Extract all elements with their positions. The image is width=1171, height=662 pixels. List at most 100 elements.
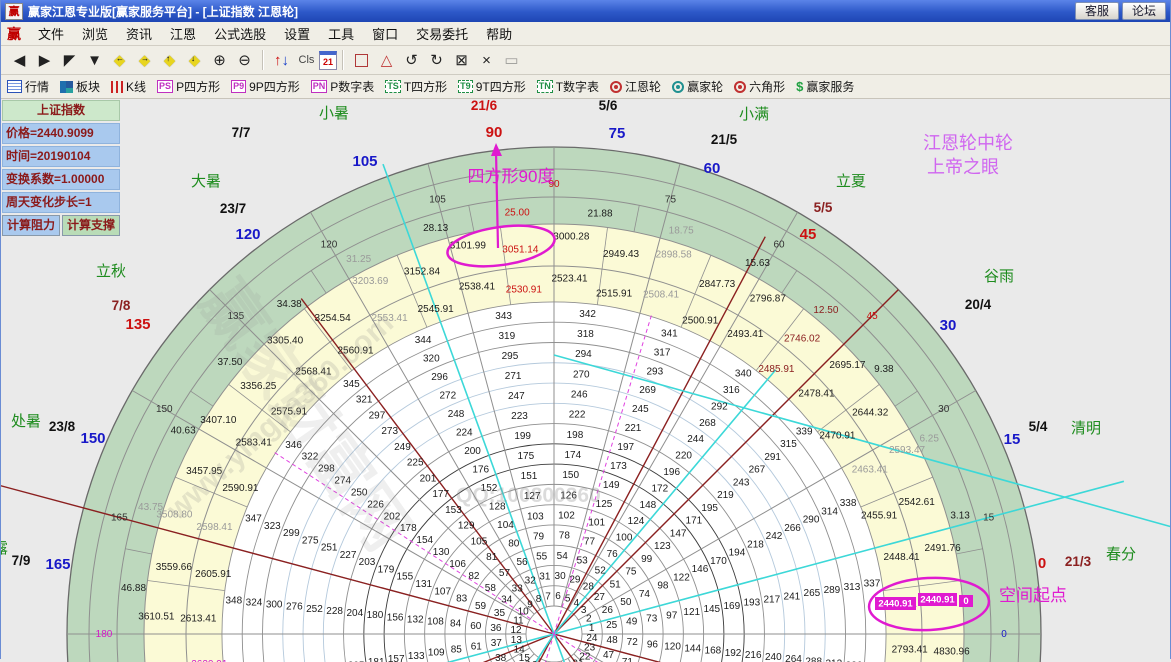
gann-toolbar: 行情板块 K线 PSP四方形 P99P四方形 PNP数字表 TST四方形 T99T四方形 TN… (1, 75, 1170, 99)
menu-item-4[interactable]: 公式选股 (205, 24, 275, 43)
spiral-56: 56 (516, 557, 528, 568)
rotate-ccw-icon[interactable]: ↺ (399, 49, 424, 71)
spiral-99: 99 (641, 554, 653, 565)
spiral-218: 218 (747, 539, 764, 550)
spiral-155: 155 (397, 572, 414, 583)
spiral-96: 96 (647, 639, 659, 650)
date-label-7/8: 7/8 (112, 298, 131, 313)
menu-item-1[interactable]: 浏览 (73, 24, 117, 43)
zoom-in-icon[interactable]: ⊕ (207, 49, 232, 71)
calc-support-button[interactable]: 计算支撑 (62, 215, 120, 236)
spiral-23: 23 (584, 643, 596, 654)
spiral-148: 148 (640, 500, 657, 511)
date-label-23/7: 23/7 (220, 201, 246, 216)
spiral-291: 291 (764, 452, 781, 463)
spiral-105: 105 (471, 536, 488, 547)
gann-tool-9[interactable]: 江恩轮 (610, 78, 661, 95)
spiral-247: 247 (508, 391, 525, 402)
gann-tool-3[interactable]: PSP四方形 (157, 78, 220, 95)
gann-tool-10[interactable]: 赢家轮 (672, 78, 723, 95)
gann-tool-11[interactable]: 六角形 (734, 78, 785, 95)
spiral-6: 6 (555, 591, 561, 602)
pan-down-icon[interactable]: ◆↓ (182, 49, 207, 71)
spiral-219: 219 (717, 490, 734, 501)
spiral-342: 342 (579, 309, 596, 320)
spiral-97: 97 (666, 610, 678, 621)
spiral-175: 175 (517, 451, 534, 462)
spiral-60: 60 (470, 621, 482, 632)
spiral-204: 204 (346, 608, 363, 619)
spiral-227: 227 (340, 550, 357, 561)
calendar-icon[interactable]: 21 (319, 51, 337, 70)
scale-updown-icon[interactable]: ↑↓ (269, 49, 294, 71)
price-outer-2695.17: 2695.17 (829, 360, 866, 371)
degree-ring-30: 30 (938, 404, 950, 415)
spiral-324: 324 (246, 597, 263, 608)
pan-up-icon[interactable]: ◆↑ (157, 49, 182, 71)
pan-left-icon[interactable]: ◆← (107, 49, 132, 71)
rotate-cw-icon[interactable]: ↻ (424, 49, 449, 71)
nav-left-icon[interactable]: ◀ (7, 49, 32, 71)
gann-tool-7[interactable]: T99T四方形 (458, 78, 526, 95)
spiral-106: 106 (449, 559, 466, 570)
cursor-down-icon[interactable]: ▼ (82, 49, 107, 71)
spiral-73: 73 (646, 614, 658, 625)
gann-tool-6[interactable]: TST四方形 (385, 78, 447, 95)
gann-tool-12[interactable]: $赢家服务 (796, 78, 854, 95)
spiral-176: 176 (472, 465, 489, 476)
zoom-out-icon[interactable]: ⊖ (232, 49, 257, 71)
toolbar-separator (342, 50, 344, 70)
menu-item-2[interactable]: 资讯 (117, 24, 161, 43)
spiral-240: 240 (765, 652, 782, 662)
spiral-241: 241 (784, 591, 801, 602)
gann-tool-1[interactable]: 板块 (60, 78, 100, 95)
menu-item-3[interactable]: 江恩 (161, 24, 205, 43)
menu-item-0[interactable]: 文件 (29, 24, 73, 43)
gann-tool-4[interactable]: P99P四方形 (231, 78, 300, 95)
solar-term-处暑: 处暑 (11, 413, 41, 430)
gann-tool-2[interactable]: K线 (111, 78, 146, 95)
spiral-130: 130 (433, 547, 450, 558)
menu-item-8[interactable]: 交易委托 (407, 24, 477, 43)
triangle-tool-icon[interactable]: △ (374, 49, 399, 71)
price-inner-2463.41: 2463.41 (852, 465, 889, 476)
spiral-81: 81 (486, 552, 498, 563)
spiral-217: 217 (764, 594, 781, 605)
service-button[interactable]: 客服 (1075, 2, 1119, 20)
spiral-248: 248 (448, 409, 465, 420)
board-tool-icon[interactable]: ▭ (499, 49, 524, 71)
select-box-icon[interactable]: ⊠ (449, 49, 474, 71)
panel-row-3: 周天变化步长=1 (2, 192, 120, 213)
spiral-129: 129 (458, 521, 475, 532)
spiral-71: 71 (622, 657, 634, 662)
spiral-225: 225 (407, 458, 424, 469)
center-cross-icon[interactable]: × (474, 49, 499, 71)
gann-tool-8[interactable]: TNT数字表 (537, 78, 599, 95)
date-label-21/6: 21/6 (471, 99, 498, 113)
degree-label-30: 30 (940, 317, 957, 334)
spiral-150: 150 (562, 470, 579, 481)
price-inner-2523.41: 2523.41 (551, 273, 588, 284)
price-outer-2949.43: 2949.43 (603, 249, 640, 260)
forum-button[interactable]: 论坛 (1122, 2, 1166, 20)
spiral-198: 198 (567, 430, 584, 441)
cursor-tool-icon[interactable]: ◤ (57, 49, 82, 71)
square-tool-icon[interactable] (349, 49, 374, 71)
calc-resistance-button[interactable]: 计算阻力 (2, 215, 60, 236)
spiral-132: 132 (407, 614, 424, 625)
menu-item-5[interactable]: 设置 (275, 24, 319, 43)
nav-right-icon[interactable]: ▶ (32, 49, 57, 71)
spiral-27: 27 (594, 592, 606, 603)
spiral-80: 80 (508, 539, 520, 550)
percent-12.50: 12.50 (813, 305, 838, 316)
degree-ring-75: 75 (665, 194, 677, 205)
cls-button[interactable]: Cls (294, 49, 319, 71)
gann-tool-0[interactable]: 行情 (7, 78, 49, 95)
gann-tool-5[interactable]: PNP数字表 (311, 78, 375, 95)
menu-item-7[interactable]: 窗口 (363, 24, 407, 43)
spiral-222: 222 (569, 410, 586, 421)
degree-label-165: 165 (45, 556, 70, 573)
pan-right-icon[interactable]: ◆→ (132, 49, 157, 71)
menu-item-6[interactable]: 工具 (319, 24, 363, 43)
menu-item-9[interactable]: 帮助 (477, 24, 521, 43)
